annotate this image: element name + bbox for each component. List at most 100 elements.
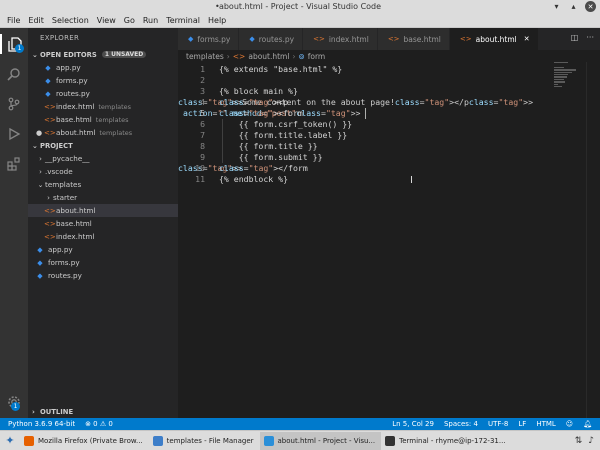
- taskbar-window[interactable]: about.html - Project - Visu...: [259, 431, 382, 450]
- more-actions-icon[interactable]: ···: [586, 33, 594, 42]
- os-taskbar: ✦ Mozilla Firefox (Private Brow... templa…: [0, 430, 600, 450]
- tree-item[interactable]: <> index.html: [28, 230, 178, 243]
- explorer-title: EXPLORER: [40, 34, 80, 42]
- source-control-icon[interactable]: [4, 94, 24, 114]
- outline-header[interactable]: › OUTLINE: [28, 405, 178, 418]
- explorer-icon[interactable]: 1: [0, 34, 28, 54]
- editor-tab-bar: ◆ forms.py ◆ routes.py <> index.html <> base.ht…: [178, 28, 600, 50]
- html-file-icon: <>: [44, 128, 56, 137]
- tree-item[interactable]: <> about.html: [28, 204, 178, 217]
- tree-item-label: __pycache__: [45, 154, 90, 163]
- taskbar-window[interactable]: Mozilla Firefox (Private Brow...: [20, 432, 149, 450]
- open-editor-folder: templates: [95, 115, 129, 124]
- tree-item[interactable]: › __pycache__: [28, 152, 178, 165]
- split-editor-icon[interactable]: ◫: [571, 33, 579, 42]
- tab-forms-py[interactable]: ◆ forms.py: [178, 28, 240, 50]
- app-icon: [385, 435, 396, 446]
- cursor-position[interactable]: Ln 5, Col 29: [392, 420, 434, 428]
- open-editor-name: about.html: [56, 128, 96, 137]
- unsaved-dot-icon[interactable]: ●: [34, 129, 44, 137]
- code-line: 2: [178, 75, 538, 86]
- close-tab-icon[interactable]: ✕: [524, 35, 530, 43]
- breadcrumb-templates[interactable]: templates: [186, 52, 224, 61]
- open-editor-item[interactable]: ◆ forms.py: [28, 74, 178, 87]
- code-line: 3 {% block main %}: [178, 86, 538, 97]
- end-of-line[interactable]: LF: [518, 420, 526, 428]
- language-mode[interactable]: HTML: [536, 420, 555, 428]
- feedback-icon[interactable]: ☺: [566, 420, 573, 428]
- code-line: 5 class="tag"><form action="" method="pos…: [182, 108, 361, 118]
- open-editor-item[interactable]: ● <> about.html templates: [28, 126, 178, 139]
- line-text: {{ form.submit }}: [219, 152, 323, 162]
- tab-about-html[interactable]: <> about.html ✕: [449, 28, 539, 50]
- menu-file[interactable]: File: [3, 14, 24, 27]
- line-number: 11: [195, 174, 205, 184]
- line-number: 7: [200, 130, 205, 140]
- volume-icon[interactable]: ♪: [588, 436, 594, 446]
- tree-item-label: routes.py: [48, 271, 82, 280]
- line-text: {{ form.title }}: [219, 141, 318, 151]
- python-file-icon: ◆: [45, 63, 51, 72]
- open-editor-item[interactable]: <> index.html templates: [28, 100, 178, 113]
- app-icon: [263, 435, 274, 446]
- element-symbol-icon: ⊚: [298, 51, 305, 61]
- minimap[interactable]: [554, 62, 578, 102]
- python-file-icon: ◆: [249, 35, 255, 43]
- tree-item[interactable]: › starter: [28, 191, 178, 204]
- app-icon: [24, 435, 34, 446]
- open-editor-item[interactable]: <> base.html templates: [28, 113, 178, 126]
- python-file-icon: ◆: [45, 76, 51, 85]
- text-cursor: [365, 108, 366, 119]
- tab-routes-py[interactable]: ◆ routes.py: [239, 28, 304, 50]
- tree-item[interactable]: ◆ forms.py: [28, 256, 178, 269]
- taskbar-window[interactable]: templates - File Manager: [149, 432, 260, 450]
- tab-label: base.html: [403, 34, 441, 44]
- menu-run[interactable]: Run: [139, 14, 162, 27]
- tree-item[interactable]: ◆ routes.py: [28, 269, 178, 282]
- code-editor[interactable]: 1 {% extends "base.html" %} 2 3 {% block mai…: [178, 62, 600, 418]
- taskbar-window[interactable]: Terminal - rhyme@ip-172-31...: [381, 432, 511, 450]
- menu-go[interactable]: Go: [120, 14, 139, 27]
- open-editors-header[interactable]: ⌄ OPEN EDITORS 1 UNSAVED: [28, 48, 178, 61]
- tab-index-html[interactable]: <> index.html: [303, 28, 378, 50]
- open-editor-name: base.html: [56, 115, 92, 124]
- extensions-icon[interactable]: [4, 154, 24, 174]
- problems-count[interactable]: ⊗ 0 ⚠ 0: [85, 420, 113, 428]
- search-icon[interactable]: [4, 64, 24, 84]
- open-editor-item[interactable]: ◆ app.py: [28, 61, 178, 74]
- open-editor-item[interactable]: ◆ routes.py: [28, 87, 178, 100]
- run-debug-icon[interactable]: [4, 124, 24, 144]
- indentation[interactable]: Spaces: 4: [444, 420, 478, 428]
- status-bar: Python 3.6.9 64-bit ⊗ 0 ⚠ 0 Ln 5, Col 29…: [0, 418, 600, 430]
- breadcrumb-symbol[interactable]: form: [308, 52, 326, 61]
- start-menu-icon[interactable]: ✦: [0, 434, 20, 447]
- menu-selection[interactable]: Selection: [48, 14, 93, 27]
- network-icon[interactable]: ⇅: [575, 436, 583, 446]
- menu-edit[interactable]: Edit: [24, 14, 48, 27]
- tab-base-html[interactable]: <> base.html: [377, 28, 450, 50]
- close-icon[interactable]: ✕: [585, 1, 596, 12]
- system-tray: ⇅ ♪: [575, 436, 600, 446]
- window-title: about.html - Project - Visual Studio Cod…: [218, 2, 382, 11]
- tree-item[interactable]: › .vscode: [28, 165, 178, 178]
- python-interpreter[interactable]: Python 3.6.9 64-bit: [8, 420, 75, 428]
- tree-item[interactable]: ◆ app.py: [28, 243, 178, 256]
- maximize-icon[interactable]: ▴: [568, 1, 579, 12]
- gear-icon[interactable]: 1: [4, 392, 24, 412]
- settings-badge: 1: [11, 402, 20, 411]
- project-label: PROJECT: [40, 141, 73, 150]
- tree-item[interactable]: <> base.html: [28, 217, 178, 230]
- menu-help[interactable]: Help: [204, 14, 230, 27]
- vertical-scrollbar[interactable]: [586, 62, 600, 418]
- menu-terminal[interactable]: Terminal: [162, 14, 204, 27]
- menu-view[interactable]: View: [93, 14, 120, 27]
- code-line: 7 {{ form.title.label }}: [178, 130, 538, 141]
- notifications-icon[interactable]: 🔔︎: [583, 420, 592, 428]
- project-header[interactable]: ⌄ PROJECT: [28, 139, 178, 152]
- minimize-icon[interactable]: ▾: [551, 1, 562, 12]
- line-text: {{ form.title.label }}: [219, 130, 348, 140]
- line-number: 4: [200, 97, 205, 107]
- tree-item[interactable]: ⌄ templates: [28, 178, 178, 191]
- breadcrumb-file[interactable]: about.html: [248, 52, 289, 61]
- encoding[interactable]: UTF-8: [488, 420, 508, 428]
